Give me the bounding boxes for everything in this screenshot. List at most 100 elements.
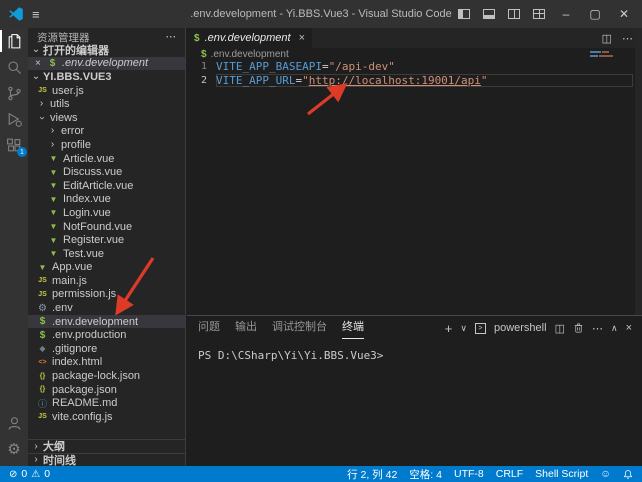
minimize-button[interactable]: – [558,7,574,21]
tree-item-register.vue[interactable]: ▼Register.vue [28,233,185,247]
more-actions-icon[interactable]: ⋯ [592,322,603,335]
split-editor-icon[interactable]: ◫ [602,32,612,45]
customize-layout-icon[interactable] [533,9,545,19]
errors-icon[interactable]: ⊘ [9,469,17,480]
close-panel-icon[interactable]: × [626,322,632,334]
code-line-2[interactable]: 2VITE_APP_URL="http://localhost:19001/ap… [187,74,642,88]
tab-env-development[interactable]: $ .env.development × [187,28,312,48]
outline-section-header[interactable]: › 大纲 [28,439,185,453]
tree-item-user.js[interactable]: JSuser.js [28,84,185,98]
tree-item-main.js[interactable]: JSmain.js [28,274,185,288]
panel-tab[interactable]: 输出 [235,317,257,339]
tree-item-label: Test.vue [63,248,104,260]
terminal-dropdown-icon[interactable]: ∨ [460,323,467,334]
extensions-icon[interactable]: 1 [0,132,28,158]
tree-item-discuss.vue[interactable]: ▼Discuss.vue [28,165,185,179]
panel-tab[interactable]: 问题 [198,317,220,339]
warnings-count[interactable]: 0 [44,468,50,480]
language-mode[interactable]: Shell Script [535,468,588,480]
tree-item-label: main.js [52,275,87,287]
tree-item-.env[interactable]: ⚙.env [28,301,185,315]
editor-group: $ .env.development × ◫ ⋯ $ .env.developm… [187,28,642,315]
close-icon[interactable]: × [35,58,43,69]
kill-terminal-trash-icon[interactable] [573,322,584,334]
toggle-panel-icon[interactable] [483,9,495,19]
vue-icon: ▼ [48,236,59,245]
encoding[interactable]: UTF-8 [454,468,484,480]
tree-item-permission.js[interactable]: JSpermission.js [28,288,185,302]
vue-icon: ▼ [48,154,59,163]
title-bar: ≡ .env.development - Yi.BBS.Vue3 - Visua… [0,0,642,28]
timeline-section-header[interactable]: › 时间线 [28,453,185,467]
tree-item-vite.config.js[interactable]: JSvite.config.js [28,410,185,424]
project-section-header[interactable]: ⌄ YI.BBS.VUE3 [28,70,185,84]
eol-sequence[interactable]: CRLF [496,468,523,480]
settings-gear-icon[interactable]: ⚙ [0,436,28,462]
code-token: VITE_APP_BASEAPI [216,60,322,73]
tree-item-profile[interactable]: ›profile [28,138,185,152]
open-editor-item[interactable]: × $ .env.development [28,57,185,71]
git-icon: ◆ [37,344,48,353]
json-icon: {} [37,386,48,393]
shell-selector[interactable]: powershell [494,322,547,334]
tree-item-article.vue[interactable]: ▼Article.vue [28,152,185,166]
tree-item-label: views [50,112,78,124]
run-debug-icon[interactable] [0,106,28,132]
js-icon: JS [37,291,48,298]
editor-scrollbar[interactable] [635,28,642,315]
menu-icon[interactable]: ≡ [32,7,40,22]
tree-item-login.vue[interactable]: ▼Login.vue [28,206,185,220]
tree-item-label: README.md [52,397,117,409]
panel-tab[interactable]: 终端 [342,317,364,339]
terminal-output[interactable]: PS D:\CSharp\Yi\Yi.BBS.Vue3> [187,340,642,362]
warnings-icon[interactable]: ⚠ [31,469,40,480]
tree-item-utils[interactable]: ›utils [28,97,185,111]
activity-bar: 1 ⚙ [0,28,28,466]
search-icon[interactable] [0,54,28,80]
tree-item-error[interactable]: ›error [28,125,185,139]
indentation[interactable]: 空格: 4 [409,467,442,482]
tree-item-package-lock.json[interactable]: {}package-lock.json [28,369,185,383]
tree-item-editarticle.vue[interactable]: ▼EditArticle.vue [28,179,185,193]
tree-item-package.json[interactable]: {}package.json [28,383,185,397]
tree-item-app.vue[interactable]: ▼App.vue [28,261,185,275]
code-area[interactable]: 1VITE_APP_BASEAPI="/api-dev"2VITE_APP_UR… [187,60,642,87]
json-icon: {} [37,373,48,380]
minimap[interactable] [590,51,616,59]
tree-item-.env.production[interactable]: $.env.production [28,328,185,342]
panel-tab[interactable]: 调试控制台 [272,317,327,339]
code-line-1[interactable]: 1VITE_APP_BASEAPI="/api-dev" [187,60,642,74]
source-control-icon[interactable] [0,80,28,106]
tree-item-readme.md[interactable]: ⓘREADME.md [28,396,185,410]
split-terminal-icon[interactable]: ◫ [555,322,565,335]
errors-count[interactable]: 0 [21,468,27,480]
new-terminal-icon[interactable]: + [445,321,453,336]
tree-item-.gitignore[interactable]: ◆.gitignore [28,342,185,356]
extensions-badge: 1 [17,147,27,157]
close-icon[interactable]: × [299,32,305,44]
open-editors-header[interactable]: ⌄ 打开的编辑器 [28,43,185,57]
breadcrumb[interactable]: $ .env.development [187,48,642,60]
tree-item-notfound.vue[interactable]: ▼NotFound.vue [28,220,185,234]
toggle-secondary-sidebar-icon[interactable] [508,9,520,19]
tree-item-views[interactable]: ›views [28,111,185,125]
maximize-button[interactable]: ▢ [587,7,603,21]
more-actions-icon[interactable]: ⋯ [622,32,633,45]
feedback-smiley-icon[interactable]: ☺ [600,468,611,480]
tree-item-test.vue[interactable]: ▼Test.vue [28,247,185,261]
tree-item-.env.development[interactable]: $.env.development [28,315,185,329]
tree-item-label: user.js [52,85,84,97]
toggle-sidebar-icon[interactable] [458,9,470,19]
tree-item-label: EditArticle.vue [63,180,133,192]
cursor-position[interactable]: 行 2, 列 42 [347,467,397,482]
tree-item-index.html[interactable]: <>index.html [28,356,185,370]
explorer-icon[interactable] [0,28,28,54]
close-button[interactable]: ✕ [616,7,632,21]
tab-bar: $ .env.development × ◫ ⋯ [187,28,642,48]
account-icon[interactable] [0,410,28,436]
more-actions-icon[interactable]: ⋯ [166,31,178,43]
maximize-panel-icon[interactable]: ∧ [611,323,618,334]
tree-item-label: App.vue [52,261,92,273]
notifications-bell-icon[interactable] [623,469,633,480]
tree-item-index.vue[interactable]: ▼Index.vue [28,193,185,207]
